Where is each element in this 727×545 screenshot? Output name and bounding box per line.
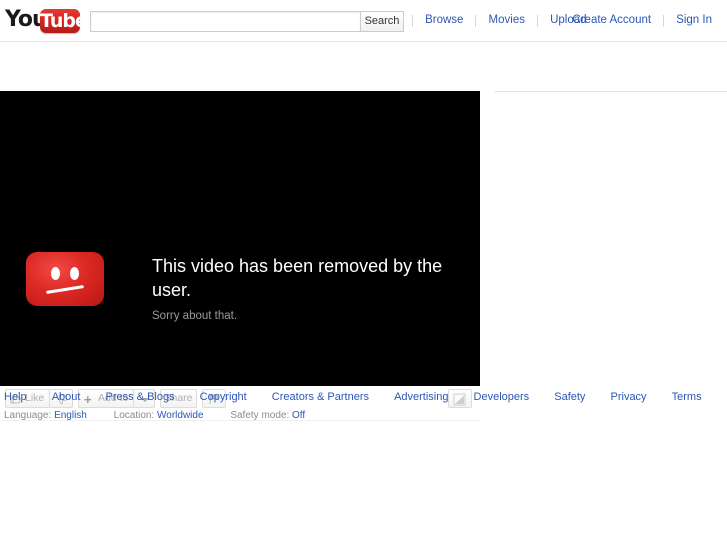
nav-link-browse[interactable]: Browse bbox=[416, 13, 472, 28]
footer-link-terms[interactable]: Terms bbox=[672, 390, 702, 404]
sidebar-divider bbox=[494, 91, 727, 92]
video-player[interactable]: This video has been removed by the user.… bbox=[0, 91, 480, 386]
footer-links: Help About Press & Blogs Copyright Creat… bbox=[0, 390, 727, 406]
footer-link-advertising[interactable]: Advertising bbox=[394, 390, 448, 404]
nav-separator bbox=[663, 14, 665, 27]
footer-settings: Language: English Location: Worldwide Sa… bbox=[4, 410, 329, 424]
logo-tube-badge: Tube bbox=[40, 9, 88, 33]
language-label: Language: bbox=[4, 410, 52, 421]
site-footer: Help About Press & Blogs Copyright Creat… bbox=[0, 378, 727, 438]
sad-face-mouth bbox=[45, 285, 85, 294]
nav-link-movies[interactable]: Movies bbox=[480, 13, 534, 28]
search-button[interactable]: Search bbox=[360, 11, 404, 32]
safety-mode-setting: Safety mode: Off bbox=[230, 410, 305, 421]
footer-link-developers[interactable]: Developers bbox=[474, 390, 530, 404]
footer-link-press-and-blogs[interactable]: Press & Blogs bbox=[106, 390, 175, 404]
nav-separator bbox=[412, 14, 413, 27]
location-setting: Location: Worldwide bbox=[114, 410, 204, 421]
logo-tube-text: Tube bbox=[40, 10, 88, 32]
video-error-message: This video has been removed by the user.… bbox=[26, 252, 456, 332]
footer-link-privacy[interactable]: Privacy bbox=[611, 390, 647, 404]
nav-separator bbox=[475, 14, 477, 27]
page-content: This video has been removed by the user.… bbox=[0, 43, 727, 545]
location-value[interactable]: Worldwide bbox=[157, 410, 204, 421]
safety-mode-value[interactable]: Off bbox=[292, 410, 305, 421]
video-error-subtitle: Sorry about that. bbox=[152, 310, 238, 322]
nav-account: Create Account Sign In bbox=[563, 13, 721, 30]
footer-link-help[interactable]: Help bbox=[4, 390, 27, 404]
sad-face-left-eye bbox=[51, 267, 60, 280]
language-setting: Language: English bbox=[4, 410, 87, 421]
sign-in-link[interactable]: Sign In bbox=[667, 13, 721, 28]
footer-link-copyright[interactable]: Copyright bbox=[200, 390, 247, 404]
sad-face-icon bbox=[26, 252, 104, 306]
footer-link-safety[interactable]: Safety bbox=[554, 390, 585, 404]
footer-link-creators-and-partners[interactable]: Creators & Partners bbox=[272, 390, 369, 404]
youtube-logo[interactable]: You Tube bbox=[5, 6, 88, 36]
video-error-text: This video has been removed by the user.… bbox=[152, 254, 452, 324]
video-error-title: This video has been removed by the user. bbox=[152, 256, 443, 300]
language-value[interactable]: English bbox=[54, 410, 87, 421]
video-player-container: This video has been removed by the user.… bbox=[0, 91, 480, 386]
nav-separator bbox=[537, 14, 539, 27]
location-label: Location: bbox=[113, 410, 155, 421]
safety-mode-label: Safety mode: bbox=[230, 410, 290, 421]
create-account-link[interactable]: Create Account bbox=[563, 13, 660, 28]
search-input[interactable] bbox=[90, 11, 360, 32]
masthead: You Tube Search Browse Movies Upload Cre… bbox=[0, 0, 727, 42]
sad-face-right-eye bbox=[70, 267, 79, 280]
footer-link-about[interactable]: About bbox=[52, 390, 81, 404]
